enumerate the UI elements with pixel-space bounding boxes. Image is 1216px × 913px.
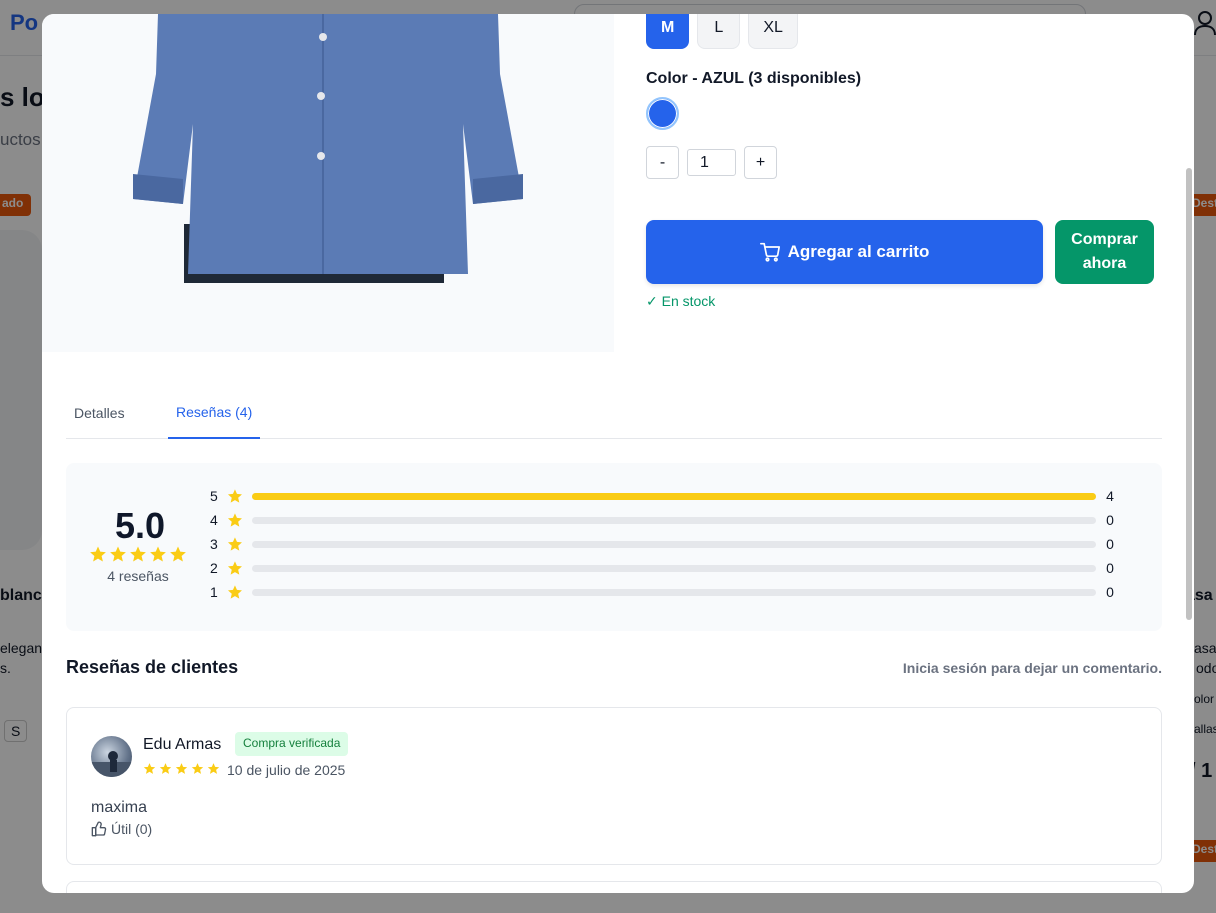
star-icon [227,585,242,599]
star-icon [159,763,172,774]
rating-row-stars: 1 [210,584,218,600]
rating-row-stars: 5 [210,488,218,504]
add-to-cart-button[interactable]: Agregar al carrito [646,220,1043,284]
star-icon [191,763,204,774]
rating-row-count: 0 [1106,584,1114,600]
average-stars [89,545,187,563]
rating-row-count: 0 [1106,512,1114,528]
thumbs-up-icon [91,821,107,837]
star-icon [130,546,146,562]
review-date: 10 de julio de 2025 [227,762,346,778]
scrollbar-thumb[interactable] [1186,168,1192,620]
star-icon [227,561,242,575]
avatar [91,736,132,777]
add-to-cart-label: Agregar al carrito [787,242,930,261]
product-tabs: Detalles Reseñas (4) [66,386,1162,439]
rating-row-4: 4 0 [210,510,1118,530]
tab-resenas[interactable]: Reseñas (4) [168,386,261,439]
star-icon [90,546,106,562]
color-swatch-azul[interactable] [646,97,679,130]
rating-row-stars: 2 [210,560,218,576]
color-label: Color - AZUL (3 disponibles) [646,70,862,87]
star-icon [110,546,126,562]
review-text: maxima [91,799,148,816]
rating-row-stars: 4 [210,512,218,528]
rating-row-1: 1 0 [210,582,1118,602]
verified-purchase-badge: Compra verificada [235,732,349,756]
star-icon [175,763,188,774]
rating-bar [251,588,1097,596]
avatar-image [91,751,132,777]
rating-bar [251,492,1097,500]
reviews-heading: Reseñas de clientes [66,657,239,677]
review-card [66,881,1162,893]
size-option-l[interactable]: L [697,14,741,49]
rating-row-count: 0 [1106,560,1114,576]
star-icon [207,763,220,774]
rating-row-count: 0 [1106,536,1114,552]
review-count: 4 reseñas [107,568,169,584]
rating-bar [251,540,1097,548]
product-modal: M L XL Color - AZUL (3 disponibles) - 1 … [42,14,1194,893]
rating-bar [251,564,1097,572]
average-rating: 5.0 [114,505,166,546]
size-selector: M L XL [646,14,798,49]
rating-bar-fill [251,492,1097,500]
quantity-decrease-button[interactable]: - [646,146,679,179]
rating-row-count: 4 [1106,488,1114,504]
rating-row-stars: 3 [210,536,218,552]
quantity-input[interactable]: 1 [687,149,736,176]
reviewer-name: Edu Armas [143,736,222,753]
cart-icon [759,242,780,262]
rating-row-3: 3 0 [210,534,1118,554]
star-icon [227,537,242,551]
star-icon [227,513,242,527]
product-image-panel [42,14,614,352]
star-icon [150,546,166,562]
star-icon [143,763,156,774]
star-icon [227,489,242,503]
tab-detalles[interactable]: Detalles [74,386,125,439]
helpful-label: Útil (0) [111,821,153,837]
product-image [133,14,523,283]
size-option-m[interactable]: M [646,14,690,49]
rating-summary: 5.0 4 reseñas 5 4 4 0 3 0 2 0 1 0 [66,463,1162,631]
buy-now-button[interactable]: Comprar ahora [1055,220,1154,284]
login-to-review-link[interactable]: Inicia sesión para dejar un comentario. [903,660,1162,676]
size-option-xl[interactable]: XL [748,14,798,49]
review-card: Edu Armas Compra verificada 10 de julio … [66,707,1162,865]
rating-row-5: 5 4 [210,486,1118,506]
review-stars [143,762,220,775]
stock-status: ✓ En stock [646,293,716,309]
rating-bar [251,516,1097,524]
star-icon [170,546,186,562]
helpful-button[interactable]: Útil (0) [91,821,152,837]
rating-row-2: 2 0 [210,558,1118,578]
quantity-increase-button[interactable]: + [744,146,777,179]
quantity-stepper: - 1 + [646,146,777,179]
